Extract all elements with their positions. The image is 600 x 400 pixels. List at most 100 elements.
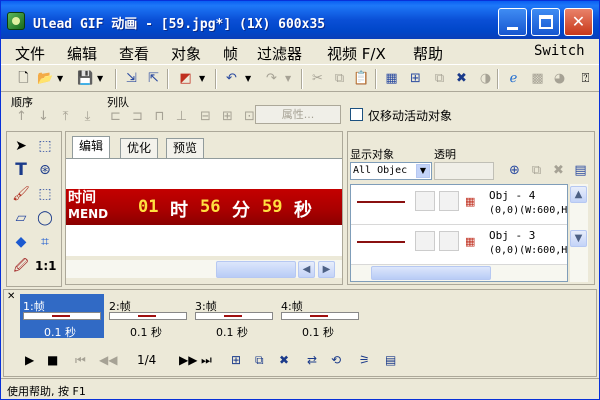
delete-icon[interactable]: ✖ <box>453 70 470 87</box>
opacity-spinner[interactable] <box>434 162 494 180</box>
add-frame-icon[interactable]: ⊞ <box>407 70 424 87</box>
open-icon[interactable]: 📂 <box>37 70 54 87</box>
object-row[interactable]: ▦ Obj - 4 (0,0)(W:600,H <box>351 185 567 225</box>
browser-preview-icon[interactable]: ℯ <box>505 70 522 87</box>
properties-button[interactable]: 属性... <box>255 105 341 124</box>
object-list-vscrollbar[interactable]: ▲ ▼ <box>570 184 588 282</box>
object-row[interactable]: ▦ Obj - 3 (0,0)(W:600,H <box>351 225 567 265</box>
title-bar[interactable]: Ulead GIF 动画 - [59.jpg*] (1X) 600x35 ✕ <box>1 1 599 39</box>
align-left-icon[interactable]: ⊏ <box>107 108 124 125</box>
last-frame-icon[interactable]: ⏭ <box>201 353 212 368</box>
menu-frame[interactable]: 帧 <box>223 43 238 64</box>
tool-icon[interactable]: ◕ <box>551 70 568 87</box>
maximize-button[interactable] <box>531 8 560 36</box>
eyedropper-icon[interactable]: 🖉 <box>11 256 31 276</box>
fill-icon[interactable]: ◆ <box>11 232 31 252</box>
object-visibility-box[interactable] <box>415 231 435 251</box>
chevron-down-icon[interactable]: ▼ <box>245 74 251 83</box>
preview-icon[interactable]: ▩ <box>529 70 546 87</box>
align-center-icon[interactable]: ⊐ <box>129 108 146 125</box>
menu-video-fx[interactable]: 视频 F/X <box>327 43 386 64</box>
stop-icon[interactable]: ■ <box>47 353 58 367</box>
bring-to-front-icon[interactable]: ⤒ <box>57 108 74 125</box>
app-icon[interactable] <box>7 12 25 30</box>
chevron-down-icon[interactable]: ▼ <box>285 74 291 83</box>
play-icon[interactable]: ▶ <box>25 353 34 367</box>
scroll-thumb[interactable] <box>216 261 296 278</box>
scroll-right-icon[interactable]: ▶ <box>318 261 335 278</box>
image-canvas[interactable]: 时间 MEND 01 时 56 分 59 秒 <box>66 158 342 256</box>
object-properties-icon[interactable]: ▤ <box>572 162 589 179</box>
export-icon[interactable]: ⇱ <box>145 70 162 87</box>
zoom-1to1-icon[interactable]: 1:1 <box>35 256 57 276</box>
send-backward-icon[interactable]: ↓ <box>35 108 52 125</box>
save-icon[interactable]: 💾 <box>77 70 94 87</box>
prev-frame-icon[interactable]: ◀◀ <box>99 353 117 367</box>
add-frame-icon[interactable]: ⊞ <box>231 353 241 367</box>
delete-frame-icon[interactable]: ✖ <box>279 353 289 367</box>
redo-icon[interactable]: ↷ <box>263 70 280 87</box>
new-icon[interactable]: 🗋 <box>15 70 32 87</box>
duplicate-frame-icon[interactable]: ⧉ <box>255 353 264 368</box>
menu-help[interactable]: 帮助 <box>413 43 443 64</box>
scroll-left-icon[interactable]: ◀ <box>298 261 315 278</box>
menu-edit[interactable]: 编辑 <box>67 43 97 64</box>
frame-thumb[interactable]: 1:帧 0.1 秒 <box>20 294 104 339</box>
transform-icon[interactable]: ⊛ <box>35 160 55 180</box>
tab-edit[interactable]: 编辑 <box>72 136 111 158</box>
delete-object-icon[interactable]: ✖ <box>550 162 567 179</box>
cut-icon[interactable]: ✂ <box>309 70 326 87</box>
bring-forward-icon[interactable]: ↑ <box>13 108 30 125</box>
scroll-up-icon[interactable]: ▲ <box>570 186 587 203</box>
send-to-back-icon[interactable]: ⤓ <box>79 108 96 125</box>
brush-icon[interactable]: 🖌 <box>11 184 31 204</box>
frame-thumb[interactable]: 4:帧 0.1 秒 <box>278 294 362 339</box>
tween-icon[interactable]: ⇄ <box>307 353 317 367</box>
menu-switch[interactable]: Switch <box>534 43 585 59</box>
menu-view[interactable]: 查看 <box>119 43 149 64</box>
help-icon[interactable]: ⍰ <box>577 70 594 87</box>
copy-icon[interactable]: ⧉ <box>331 70 348 87</box>
text-icon[interactable]: T <box>11 160 31 180</box>
pointer-icon[interactable]: ➤ <box>11 136 31 156</box>
close-icon[interactable]: ✕ <box>7 291 15 302</box>
duplicate-icon[interactable]: ⧉ <box>431 70 448 87</box>
object-visibility-box[interactable] <box>415 191 435 211</box>
show-objects-select[interactable]: All Objec ▼ <box>350 162 432 180</box>
frame-thumb[interactable]: 2:帧 0.1 秒 <box>106 294 190 339</box>
move-active-only-checkbox[interactable] <box>350 108 363 121</box>
menu-filter[interactable]: 过滤器 <box>257 43 302 64</box>
editor-hscrollbar[interactable]: ◀ ▶ <box>66 260 342 278</box>
align-right-icon[interactable]: ⊓ <box>151 108 168 125</box>
distribute-h-icon[interactable]: ⊞ <box>219 108 236 125</box>
scroll-thumb[interactable] <box>371 266 491 280</box>
magic-wand-icon[interactable]: ⬚ <box>35 184 55 204</box>
object-list-hscrollbar[interactable] <box>351 265 567 281</box>
add-object-icon[interactable]: ⊕ <box>506 162 523 179</box>
scroll-down-icon[interactable]: ▼ <box>570 230 587 247</box>
menu-file[interactable]: 文件 <box>15 43 45 64</box>
crop-icon[interactable]: ⌗ <box>35 232 55 252</box>
distribute-icon[interactable]: ⊟ <box>197 108 214 125</box>
marquee-icon[interactable]: ⬚ <box>35 136 55 156</box>
optimize-icon[interactable]: ◑ <box>477 70 494 87</box>
tab-optimize[interactable]: 优化 <box>120 138 159 158</box>
lasso-icon[interactable]: ◯ <box>35 208 55 228</box>
first-frame-icon[interactable]: ⏮ <box>75 353 86 368</box>
object-lock-box[interactable] <box>439 191 459 211</box>
next-frame-icon[interactable]: ▶▶ <box>179 353 197 367</box>
eraser-icon[interactable]: ▱ <box>11 208 31 228</box>
reverse-icon[interactable]: ⟲ <box>331 353 341 367</box>
object-lock-box[interactable] <box>439 231 459 251</box>
chevron-down-icon[interactable]: ▼ <box>199 74 205 83</box>
frame-properties-icon[interactable]: ⚞ <box>359 353 370 367</box>
duplicate-object-icon[interactable]: ⧉ <box>528 162 545 179</box>
close-button[interactable]: ✕ <box>564 8 593 36</box>
frame-panel-icon[interactable]: ▤ <box>385 353 396 367</box>
import-icon[interactable]: ⇲ <box>123 70 140 87</box>
chevron-down-icon[interactable]: ▼ <box>57 74 63 83</box>
frame-icon[interactable]: ▦ <box>383 70 400 87</box>
menu-object[interactable]: 对象 <box>171 43 201 64</box>
color-icon[interactable]: ◩ <box>177 70 194 87</box>
chevron-down-icon[interactable]: ▼ <box>97 74 103 83</box>
